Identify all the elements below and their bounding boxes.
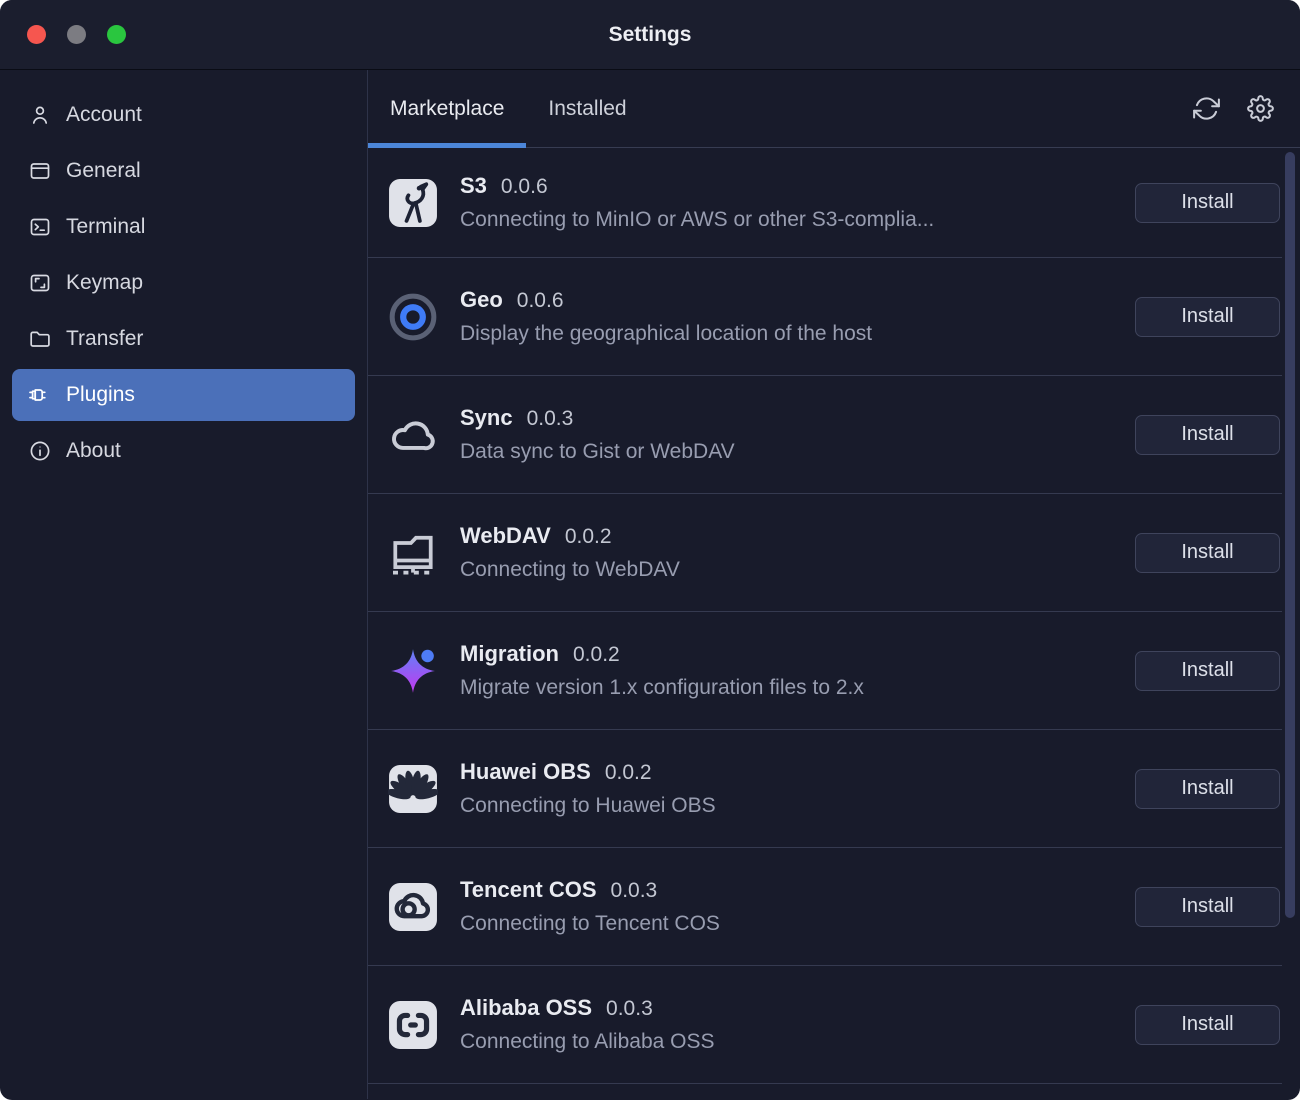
webdav-computer-icon (388, 528, 438, 578)
install-button[interactable]: Install (1135, 887, 1280, 927)
tab-installed[interactable]: Installed (526, 70, 648, 147)
plugin-row-migration[interactable]: Migration 0.0.2 Migrate version 1.x conf… (368, 612, 1282, 730)
gear-icon[interactable] (1247, 95, 1274, 122)
folder-icon (28, 327, 52, 351)
plugin-description: Migrate version 1.x configuration files … (460, 676, 864, 700)
sidebar-item-account[interactable]: Account (12, 89, 355, 141)
plugin-version: 0.0.3 (611, 879, 658, 903)
plugin-description: Connecting to MinIO or AWS or other S3-c… (460, 208, 934, 232)
window-body: Account General Terminal Keymap Transfer… (0, 70, 1300, 1099)
plugin-description: Display the geographical location of the… (460, 322, 872, 346)
sidebar-item-label: Plugins (66, 383, 135, 407)
sidebar-item-label: Transfer (66, 327, 143, 351)
sidebar-item-label: Account (66, 103, 142, 127)
plugin-description: Connecting to Tencent COS (460, 912, 720, 936)
migration-star-icon (388, 646, 438, 696)
sidebar-item-terminal[interactable]: Terminal (12, 201, 355, 253)
plugin-name: Geo (460, 287, 503, 313)
plugin-row-geo[interactable]: Geo 0.0.6 Display the geographical locat… (368, 258, 1282, 376)
plugin-name: Alibaba OSS (460, 995, 592, 1021)
s3-bird-icon (388, 178, 438, 228)
user-icon (28, 103, 52, 127)
geo-target-icon (388, 292, 438, 342)
sync-cloud-icon (388, 410, 438, 460)
alibaba-brackets-icon (388, 1000, 438, 1050)
refresh-icon[interactable] (1193, 95, 1220, 122)
plugin-description: Connecting to WebDAV (460, 558, 680, 582)
sidebar-item-label: About (66, 439, 121, 463)
tab-marketplace[interactable]: Marketplace (368, 70, 526, 147)
plugin-version: 0.0.6 (517, 289, 564, 313)
plugin-name: S3 (460, 173, 487, 199)
keymap-icon (28, 271, 52, 295)
toolbar (1193, 70, 1300, 147)
plugin-version: 0.0.2 (565, 525, 612, 549)
plugin-name: Tencent COS (460, 877, 597, 903)
plugin-version: 0.0.6 (501, 175, 548, 199)
scrollbar-thumb[interactable] (1285, 152, 1295, 918)
install-button[interactable]: Install (1135, 415, 1280, 455)
info-icon (28, 439, 52, 463)
plugin-row-huawei-obs[interactable]: Huawei OBS 0.0.2 Connecting to Huawei OB… (368, 730, 1282, 848)
sidebar-item-general[interactable]: General (12, 145, 355, 197)
plugin-description: Connecting to Huawei OBS (460, 794, 716, 818)
plugin-list: S3 0.0.6 Connecting to MinIO or AWS or o… (368, 148, 1300, 1084)
plugin-version: 0.0.3 (606, 997, 653, 1021)
settings-window: Settings Account General Terminal Keymap… (0, 0, 1300, 1100)
plugin-version: 0.0.2 (573, 643, 620, 667)
tabs-bar: Marketplace Installed (368, 70, 1300, 148)
minimize-button[interactable] (67, 25, 86, 44)
sidebar-item-label: General (66, 159, 141, 183)
plugin-name: WebDAV (460, 523, 551, 549)
sidebar-item-about[interactable]: About (12, 425, 355, 477)
sidebar-item-plugins[interactable]: Plugins (12, 369, 355, 421)
plugin-name: Huawei OBS (460, 759, 591, 785)
sidebar-item-keymap[interactable]: Keymap (12, 257, 355, 309)
terminal-icon (28, 215, 52, 239)
install-button[interactable]: Install (1135, 1005, 1280, 1045)
tencent-cloud-icon (388, 882, 438, 932)
sidebar: Account General Terminal Keymap Transfer… (0, 70, 368, 1099)
huawei-flower-icon (388, 764, 438, 814)
plugin-description: Connecting to Alibaba OSS (460, 1030, 715, 1054)
plugin-name: Migration (460, 641, 559, 667)
window-title: Settings (609, 23, 692, 47)
close-button[interactable] (27, 25, 46, 44)
sidebar-item-label: Keymap (66, 271, 143, 295)
zoom-button[interactable] (107, 25, 126, 44)
tab-label: Installed (548, 97, 626, 121)
plug-icon (28, 383, 52, 407)
plugin-row-s3[interactable]: S3 0.0.6 Connecting to MinIO or AWS or o… (368, 148, 1282, 258)
install-button[interactable]: Install (1135, 297, 1280, 337)
plugin-row-sync[interactable]: Sync 0.0.3 Data sync to Gist or WebDAV I… (368, 376, 1282, 494)
traffic-lights (27, 0, 126, 69)
install-button[interactable]: Install (1135, 183, 1280, 223)
plugin-version: 0.0.2 (605, 761, 652, 785)
plugin-row-tencent-cos[interactable]: Tencent COS 0.0.3 Connecting to Tencent … (368, 848, 1282, 966)
install-button[interactable]: Install (1135, 769, 1280, 809)
plugin-name: Sync (460, 405, 513, 431)
sidebar-item-transfer[interactable]: Transfer (12, 313, 355, 365)
sidebar-item-label: Terminal (66, 215, 145, 239)
install-button[interactable]: Install (1135, 533, 1280, 573)
plugin-version: 0.0.3 (527, 407, 574, 431)
titlebar: Settings (0, 0, 1300, 70)
plugin-row-webdav[interactable]: WebDAV 0.0.2 Connecting to WebDAV Instal… (368, 494, 1282, 612)
install-button[interactable]: Install (1135, 651, 1280, 691)
tab-label: Marketplace (390, 97, 504, 121)
plugin-row-alibaba-oss[interactable]: Alibaba OSS 0.0.3 Connecting to Alibaba … (368, 966, 1282, 1084)
browser-window-icon (28, 159, 52, 183)
plugin-description: Data sync to Gist or WebDAV (460, 440, 735, 464)
content-pane: Marketplace Installed S3 0.0.6 Connectin… (368, 70, 1300, 1099)
